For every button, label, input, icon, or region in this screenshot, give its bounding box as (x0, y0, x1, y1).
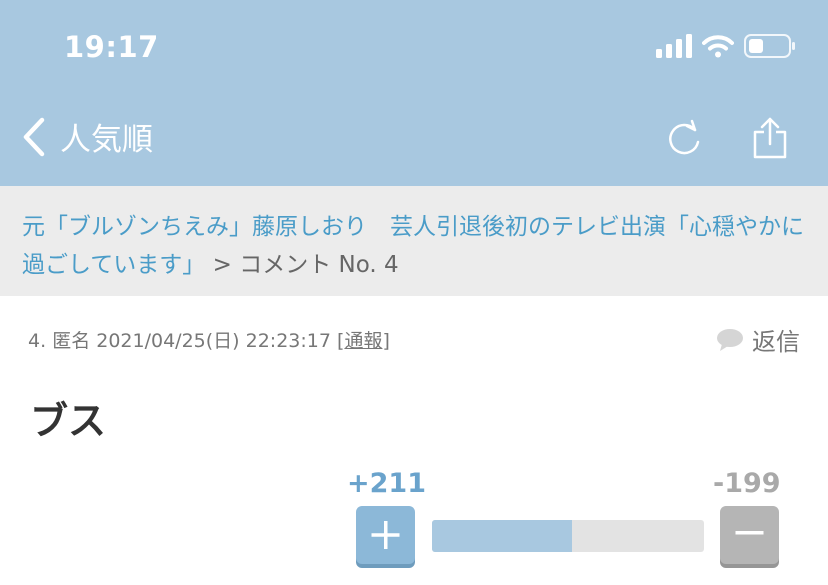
minus-vote-button[interactable] (720, 506, 779, 564)
breadcrumb-current: コメント No. 4 (239, 252, 399, 278)
signal-icon (656, 34, 692, 58)
refresh-icon[interactable] (666, 118, 702, 158)
comment-datetime: 2021/04/25(日) 22:23:17 (96, 330, 331, 352)
status-icons (656, 34, 796, 58)
status-time: 19:17 (64, 30, 159, 64)
top-bar: 19:17 人気順 (0, 0, 828, 186)
reply-label: 返信 (752, 328, 800, 356)
back-button[interactable]: 人気順 (22, 114, 153, 159)
plus-vote-button[interactable] (356, 506, 415, 564)
breadcrumb: 元「ブルゾンちえみ」藤原しおり 芸人引退後初のテレビ出演「心穏やかに過ごしていま… (0, 186, 828, 296)
vote-ratio-bar (432, 520, 704, 552)
nav-title: 人気順 (60, 122, 153, 158)
article-title-link[interactable]: 元「ブルゾンちえみ」藤原しおり 芸人引退後初のテレビ出演「心穏やかに過ごしていま… (22, 214, 804, 278)
report-link[interactable]: [通報] (337, 330, 390, 352)
comment-meta: 4. 匿名 2021/04/25(日) 22:23:17 [通報] (28, 326, 390, 353)
wifi-icon (702, 35, 734, 58)
breadcrumb-separator: > (212, 252, 232, 278)
minus-icon (735, 531, 764, 535)
report-bracket-close: ] (382, 330, 390, 352)
comment-body: ブス (30, 399, 107, 443)
share-icon[interactable] (752, 116, 788, 160)
report-label: 通報 (344, 330, 383, 352)
minus-vote-count: -199 (713, 468, 781, 499)
comment-author: 匿名 (52, 330, 91, 352)
battery-icon (744, 34, 795, 58)
plus-vote-count: +211 (347, 468, 426, 499)
vote-ratio-fill (432, 520, 573, 552)
reply-button[interactable]: 返信 (716, 322, 800, 357)
chevron-left-icon (23, 117, 45, 156)
comment-number: 4. (28, 330, 47, 352)
plus-icon (371, 521, 400, 549)
nav-actions (666, 116, 788, 160)
speech-bubble-icon (717, 328, 743, 351)
breadcrumb-text: 元「ブルゾンちえみ」藤原しおり 芸人引退後初のテレビ出演「心穏やかに過ごしていま… (22, 208, 812, 284)
